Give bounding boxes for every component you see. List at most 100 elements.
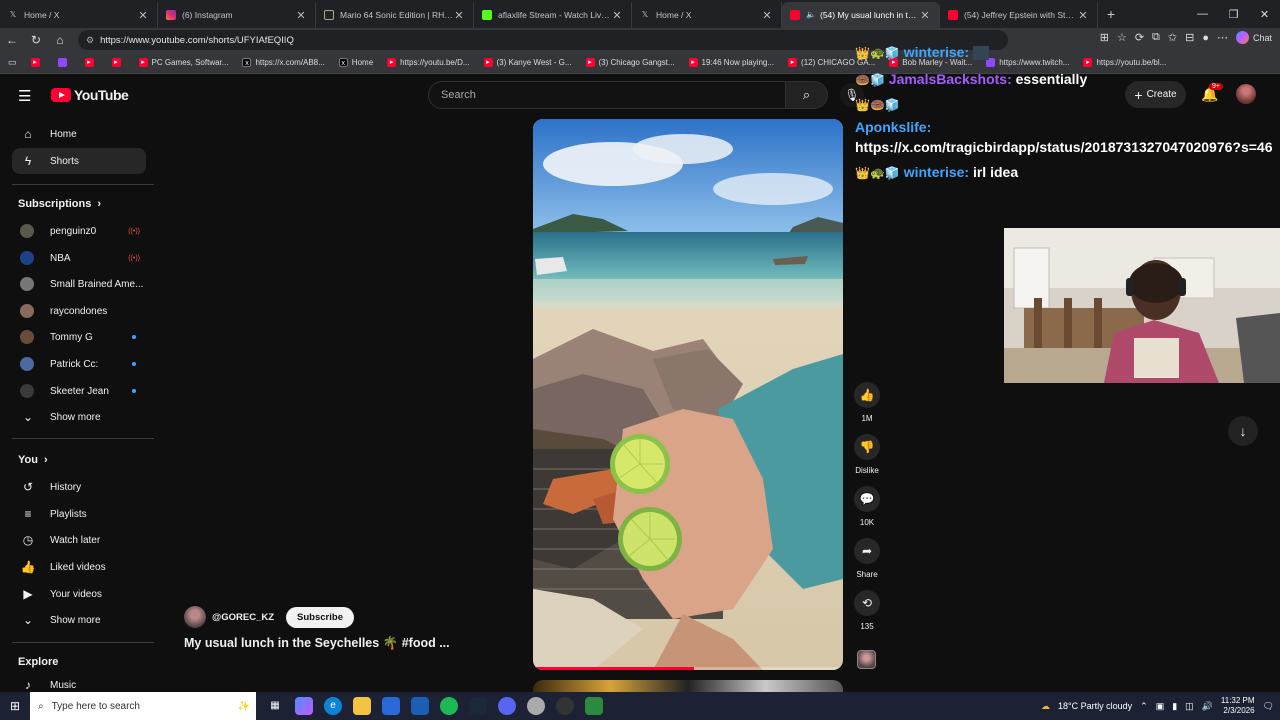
back-icon[interactable]: ← bbox=[0, 33, 24, 47]
clock[interactable]: 11:32 PM 2/3/2026 bbox=[1221, 696, 1255, 716]
sidebar-item-subscription[interactable]: Tommy G bbox=[12, 324, 146, 350]
browser-tab[interactable]: (54) Jeffrey Epstein with Steve Ban✕ bbox=[940, 2, 1098, 28]
minimize-icon[interactable]: — bbox=[1187, 8, 1218, 20]
comments-button[interactable]: 💬 10K bbox=[853, 486, 881, 538]
bookmark-item[interactable]: ▸ 19:46 Now playing... bbox=[688, 58, 774, 67]
volume-icon[interactable]: 🔊 bbox=[1202, 701, 1213, 712]
share-button[interactable]: ➦ Share bbox=[853, 538, 881, 590]
sidebar-item-subscription[interactable]: penguinz0 ((•)) bbox=[12, 218, 146, 244]
bookmark-item[interactable]: x https://x.com/AB8... bbox=[242, 58, 325, 67]
obs-icon[interactable] bbox=[556, 697, 574, 715]
taskbar-search-input[interactable]: ⌕ Type here to search ✨ bbox=[30, 692, 256, 720]
bookmark-item[interactable]: ▸ https://youtu.be/D... bbox=[387, 58, 470, 67]
sidebar-item-subscription[interactable]: Skeeter Jean bbox=[12, 378, 146, 404]
create-button[interactable]: + Create bbox=[1125, 81, 1186, 108]
bookmark-item[interactable]: ▸ bbox=[84, 58, 98, 67]
restore-icon[interactable]: ❐ bbox=[1218, 8, 1249, 21]
close-icon[interactable]: ✕ bbox=[611, 9, 623, 22]
like-button[interactable]: 👍 1M bbox=[853, 382, 881, 434]
progress-bar[interactable] bbox=[533, 667, 695, 670]
menu-icon[interactable]: ☰ bbox=[18, 87, 31, 105]
browser-tab[interactable]: 𝕏 Home / X ✕ bbox=[632, 2, 782, 28]
reload-icon[interactable]: ↻ bbox=[24, 33, 48, 47]
search-input[interactable]: Search bbox=[428, 81, 786, 109]
sidebar-item-shorts[interactable]: ϟ Shorts bbox=[12, 148, 146, 174]
short-title[interactable]: My usual lunch in the Seychelles 🌴 #food… bbox=[184, 636, 450, 651]
sidebar-item-subscription[interactable]: Small Brained Ame... bbox=[12, 271, 146, 297]
short-video-player[interactable] bbox=[533, 119, 843, 670]
bookmark-item[interactable]: ▸ PC Games, Softwar... bbox=[138, 58, 228, 67]
search-button[interactable]: ⌕ bbox=[786, 81, 828, 109]
bookmark-item[interactable]: x Home bbox=[338, 58, 373, 67]
bookmarks-folder-icon[interactable]: ▭ bbox=[8, 57, 17, 68]
network-icon[interactable]: ◫ bbox=[1185, 701, 1194, 712]
site-info-icon[interactable]: ⚙ bbox=[86, 35, 94, 46]
next-short-button[interactable]: ↓ bbox=[1228, 416, 1258, 446]
remix-button[interactable]: ⟲ 135 bbox=[853, 590, 881, 642]
sidebar-item-home[interactable]: ⌂ Home bbox=[12, 121, 146, 147]
sidebar-item-subscription[interactable]: Patrick Cc: bbox=[12, 351, 146, 377]
close-icon[interactable]: ✕ bbox=[295, 9, 307, 22]
you-header[interactable]: You › bbox=[18, 454, 48, 466]
profile-icon[interactable]: ● bbox=[1202, 32, 1209, 44]
subscriptions-header[interactable]: Subscriptions › bbox=[18, 198, 101, 210]
sound-avatar[interactable] bbox=[857, 650, 876, 669]
steam-icon[interactable] bbox=[469, 697, 487, 715]
sidebar-item-subscription[interactable]: NBA ((•)) bbox=[12, 245, 146, 271]
bookmark-star-icon[interactable]: ☆ bbox=[1117, 31, 1127, 44]
battery-icon[interactable]: ▮ bbox=[1172, 701, 1177, 712]
sidebar-item-watch-later[interactable]: ◷ Watch later bbox=[12, 527, 146, 553]
spotify-icon[interactable] bbox=[440, 697, 458, 715]
bookmark-item[interactable] bbox=[57, 58, 71, 67]
app-install-icon[interactable]: ⊞ bbox=[1100, 31, 1109, 44]
discord-icon[interactable] bbox=[498, 697, 516, 715]
task-view-icon[interactable]: ▦ bbox=[266, 697, 284, 715]
dislike-button[interactable]: 👎 Dislike bbox=[853, 434, 881, 486]
bookmark-item[interactable]: ▸ (3) Chicago Gangst... bbox=[585, 58, 675, 67]
browser-tab-active[interactable]: 🔈 (54) My usual lunch in the Se✕ bbox=[782, 2, 940, 28]
weather-text[interactable]: 18°C Partly cloudy bbox=[1058, 701, 1132, 711]
sidebar-item-your-videos[interactable]: ▶ Your videos bbox=[12, 581, 146, 607]
copilot-icon[interactable] bbox=[295, 697, 313, 715]
browser-tab[interactable]: 𝕏 Home / X ✕ bbox=[0, 2, 158, 28]
menu-dots-icon[interactable]: ⋯ bbox=[1217, 31, 1228, 44]
collections-icon[interactable]: ⊟ bbox=[1185, 31, 1194, 44]
channel-name[interactable]: @GOREC_KZ bbox=[212, 612, 274, 623]
bookmark-item[interactable]: https://www.twitch... bbox=[986, 58, 1069, 67]
bookmark-item[interactable]: ▸ bbox=[111, 58, 125, 67]
favorites-icon[interactable]: ✩ bbox=[1168, 31, 1177, 44]
close-icon[interactable]: ✕ bbox=[137, 9, 149, 22]
close-icon[interactable]: ✕ bbox=[761, 9, 773, 22]
youtube-logo[interactable]: YouTube bbox=[51, 87, 129, 103]
sidebar-item-show-more[interactable]: ⌄ Show more bbox=[12, 607, 146, 633]
sidebar-item-subscription[interactable]: raycondones bbox=[12, 298, 146, 324]
sidebar-item-liked-videos[interactable]: 👍 Liked videos bbox=[12, 554, 146, 580]
sidebar-item-history[interactable]: ↺ History bbox=[12, 474, 146, 500]
browser-tab[interactable]: Mario 64 Sonic Edition | RHDC ✕ bbox=[316, 2, 474, 28]
new-tab-button[interactable]: + bbox=[1098, 2, 1124, 28]
task-manager-icon[interactable] bbox=[585, 697, 603, 715]
settings-app-icon[interactable] bbox=[411, 697, 429, 715]
close-icon[interactable]: ✕ bbox=[1077, 9, 1089, 22]
avatar[interactable] bbox=[1236, 84, 1256, 104]
avatar[interactable] bbox=[184, 606, 206, 628]
notifications-icon[interactable]: 🗨 bbox=[1263, 701, 1274, 712]
notifications-button[interactable]: 🔔 9+ bbox=[1201, 83, 1223, 103]
next-short-preview[interactable] bbox=[533, 680, 843, 692]
close-icon[interactable]: ✕ bbox=[919, 9, 931, 22]
subscribe-button[interactable]: Subscribe bbox=[286, 606, 354, 628]
edge-icon[interactable]: e bbox=[324, 697, 342, 715]
close-window-icon[interactable]: ✕ bbox=[1249, 8, 1280, 21]
browser-tab[interactable]: aflaxlife Stream - Watch Live on K✕ bbox=[474, 2, 632, 28]
home-icon[interactable]: ⌂ bbox=[48, 33, 72, 47]
browser-tab[interactable]: (6) Instagram ✕ bbox=[158, 2, 316, 28]
copilot-chat-button[interactable]: Chat bbox=[1235, 31, 1272, 44]
windows-start-icon[interactable]: ⊞ bbox=[0, 699, 30, 713]
split-screen-icon[interactable]: ⧉ bbox=[1152, 31, 1160, 44]
tray-app-icon[interactable]: ▣ bbox=[1156, 701, 1165, 712]
store-icon[interactable] bbox=[382, 697, 400, 715]
close-icon[interactable]: ✕ bbox=[453, 9, 465, 22]
bookmark-item[interactable]: ▸ https://youtu.be/bl... bbox=[1083, 58, 1166, 67]
extensions-icon[interactable]: ⟳ bbox=[1135, 31, 1144, 44]
file-explorer-icon[interactable] bbox=[353, 697, 371, 715]
